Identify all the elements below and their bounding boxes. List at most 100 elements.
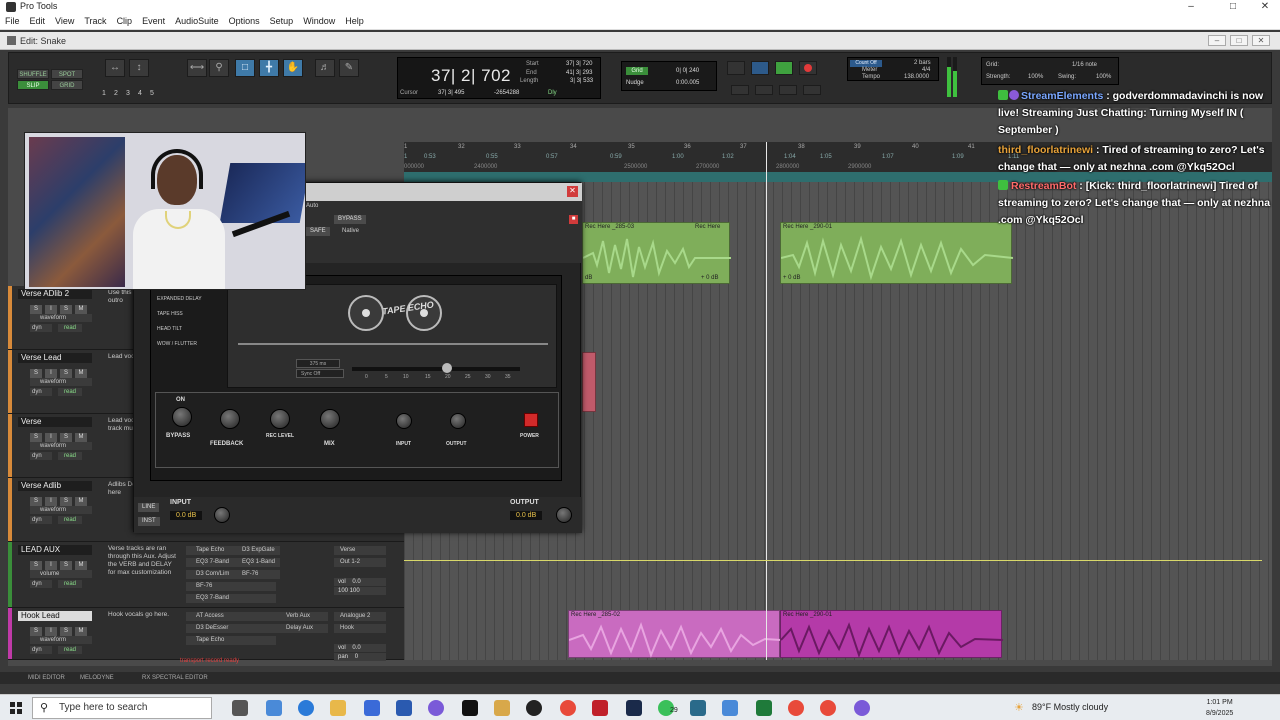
expanded-delay-toggle[interactable]: EXPANDED DELAY — [157, 296, 223, 302]
maximize-button[interactable]: □ — [1218, 0, 1248, 14]
track-mute-button[interactable]: M — [75, 561, 87, 570]
nudge-value[interactable]: 0:00.005 — [676, 80, 699, 86]
stop-button[interactable] — [751, 61, 769, 75]
output-gain-knob[interactable] — [556, 507, 572, 523]
track-output-selector[interactable]: Hook — [334, 624, 386, 633]
play-button[interactable] — [775, 61, 793, 75]
online-button[interactable] — [727, 61, 745, 75]
track-input-button[interactable]: I — [45, 627, 57, 636]
track-mute-button[interactable]: M — [75, 497, 87, 506]
track-solo-button[interactable]: S — [30, 497, 42, 506]
track-pan[interactable]: pan 0 — [334, 653, 386, 661]
menu-file[interactable]: File — [0, 14, 25, 26]
send-slot[interactable]: Verb Aux — [276, 612, 328, 621]
app-icon[interactable] — [722, 700, 738, 716]
track-automation-mode[interactable]: read — [58, 580, 82, 588]
head-tilt-slider[interactable]: HEAD TILT — [157, 326, 223, 332]
track-dyn-selector[interactable]: dyn — [30, 580, 52, 588]
wow-flutter-slider[interactable]: WOW / FLUTTER — [157, 341, 223, 347]
mode-spot-button[interactable]: SPOT — [51, 69, 83, 79]
track-input-button[interactable]: I — [45, 369, 57, 378]
track-input-button[interactable]: I — [45, 561, 57, 570]
store-icon[interactable] — [364, 700, 380, 716]
track-mute-button[interactable]: M — [75, 305, 87, 314]
delay-slider-handle[interactable] — [442, 363, 452, 373]
track-input-button[interactable]: I — [45, 305, 57, 314]
chrome-icon[interactable] — [788, 700, 804, 716]
mode-grid-button[interactable]: GRID — [51, 80, 83, 90]
audio-clip-pink[interactable]: Rec Here _285-02 — [568, 610, 781, 658]
track-name[interactable]: Verse — [18, 417, 92, 427]
track-input-selector[interactable]: Verse — [334, 546, 386, 555]
audio-clip-pink-selected[interactable]: Rec Here _290-01 — [780, 610, 1003, 658]
insert-slot[interactable]: BF-76 — [234, 570, 280, 579]
windows-start-icon[interactable] — [10, 702, 22, 714]
outlook-icon[interactable] — [396, 700, 412, 716]
fast-forward-button[interactable] — [779, 85, 797, 95]
track-input-button[interactable]: I — [45, 433, 57, 442]
file-explorer-icon[interactable] — [330, 700, 346, 716]
output-jack[interactable] — [450, 413, 466, 429]
trim-tool-icon[interactable]: □ — [235, 59, 255, 77]
inst-button[interactable]: INST — [138, 517, 160, 526]
grid-value[interactable]: 0| 0| 240 — [676, 68, 699, 74]
track-view-selector[interactable]: volume — [30, 570, 92, 578]
input-gain-knob[interactable] — [214, 507, 230, 523]
edit-close-button[interactable]: ✕ — [1252, 35, 1270, 46]
insert-slot[interactable]: BF-76 — [186, 582, 276, 591]
grabber-tool-icon[interactable]: ✋ — [283, 59, 303, 77]
tab-midi-editor[interactable]: MIDI EDITOR — [28, 675, 65, 681]
bypass-knob[interactable] — [172, 407, 192, 427]
rec-level-knob[interactable] — [270, 409, 290, 429]
zoom-vertical-icon[interactable]: ↕ — [129, 59, 149, 77]
track-dyn-selector[interactable]: dyn — [30, 452, 52, 460]
sync-selector[interactable]: Sync Off — [296, 369, 344, 378]
menu-edit[interactable]: Edit — [25, 14, 51, 26]
app-icon[interactable] — [592, 700, 608, 716]
main-counter[interactable]: 37| 2| 702 — [431, 66, 511, 86]
taskbar-clock[interactable]: 1:01 PM 8/9/2025 — [1206, 697, 1233, 719]
pencil-tool-icon[interactable]: ✎ — [339, 59, 359, 77]
menu-help[interactable]: Help — [340, 14, 369, 26]
menu-event[interactable]: Event — [137, 14, 170, 26]
plugin-auto-label[interactable]: Auto — [306, 203, 318, 209]
app-icon[interactable] — [428, 700, 444, 716]
track-solo-button[interactable]: S — [60, 497, 72, 506]
edge-browser-icon[interactable] — [298, 700, 314, 716]
selector-tool-icon[interactable]: ╋ — [259, 59, 279, 77]
zoom-preset-1[interactable]: 1 — [99, 89, 109, 99]
scrubber-tool-icon[interactable]: ♬ — [315, 59, 335, 77]
length-value[interactable]: 3| 3| 533 — [570, 78, 593, 84]
media-player-icon[interactable] — [526, 700, 542, 716]
track-name[interactable]: Hook Lead — [18, 611, 92, 621]
copilot-icon[interactable] — [266, 700, 282, 716]
steam-icon[interactable] — [626, 700, 642, 716]
power-button[interactable] — [524, 413, 538, 427]
audio-clip-green[interactable]: Rec Here _290-01 + 0 dB — [780, 222, 1013, 284]
plugin-bypass-button[interactable]: BYPASS — [334, 215, 366, 224]
plugin-close-button[interactable]: ✕ — [567, 186, 578, 197]
track-solo-button[interactable]: S — [30, 561, 42, 570]
audio-clip-green[interactable]: Rec Here _285-03 Rec Here dB + 0 dB — [582, 222, 731, 284]
track-name[interactable]: Verse Lead — [18, 353, 92, 363]
return-to-zero-button[interactable] — [731, 85, 749, 95]
track-comment[interactable]: Hook vocals go here. — [108, 611, 180, 619]
task-view-icon[interactable] — [232, 700, 248, 716]
strength-value[interactable]: 100% — [1028, 74, 1043, 80]
automation-line[interactable] — [404, 560, 1262, 561]
excel-icon[interactable] — [756, 700, 772, 716]
zoom-preset-5[interactable]: 5 — [147, 89, 157, 99]
track-solo-button[interactable]: S — [30, 433, 42, 442]
mode-shuffle-button[interactable]: SHUFFLE — [17, 69, 49, 79]
count-off-bars[interactable]: 2 bars — [914, 60, 931, 66]
track-dyn-selector[interactable]: dyn — [30, 324, 52, 332]
minimize-button[interactable]: – — [1176, 0, 1206, 14]
go-to-end-button[interactable] — [803, 85, 821, 95]
insert-slot[interactable]: Tape Echo — [186, 636, 276, 645]
feedback-knob[interactable] — [220, 409, 240, 429]
output-gain-value[interactable]: 0.0 dB — [510, 511, 543, 520]
close-button[interactable]: ✕ — [1250, 0, 1280, 14]
end-value[interactable]: 41| 3| 293 — [566, 70, 592, 76]
track-input-button[interactable]: I — [45, 497, 57, 506]
insert-slot[interactable]: EQ3 7-Band — [186, 594, 276, 603]
